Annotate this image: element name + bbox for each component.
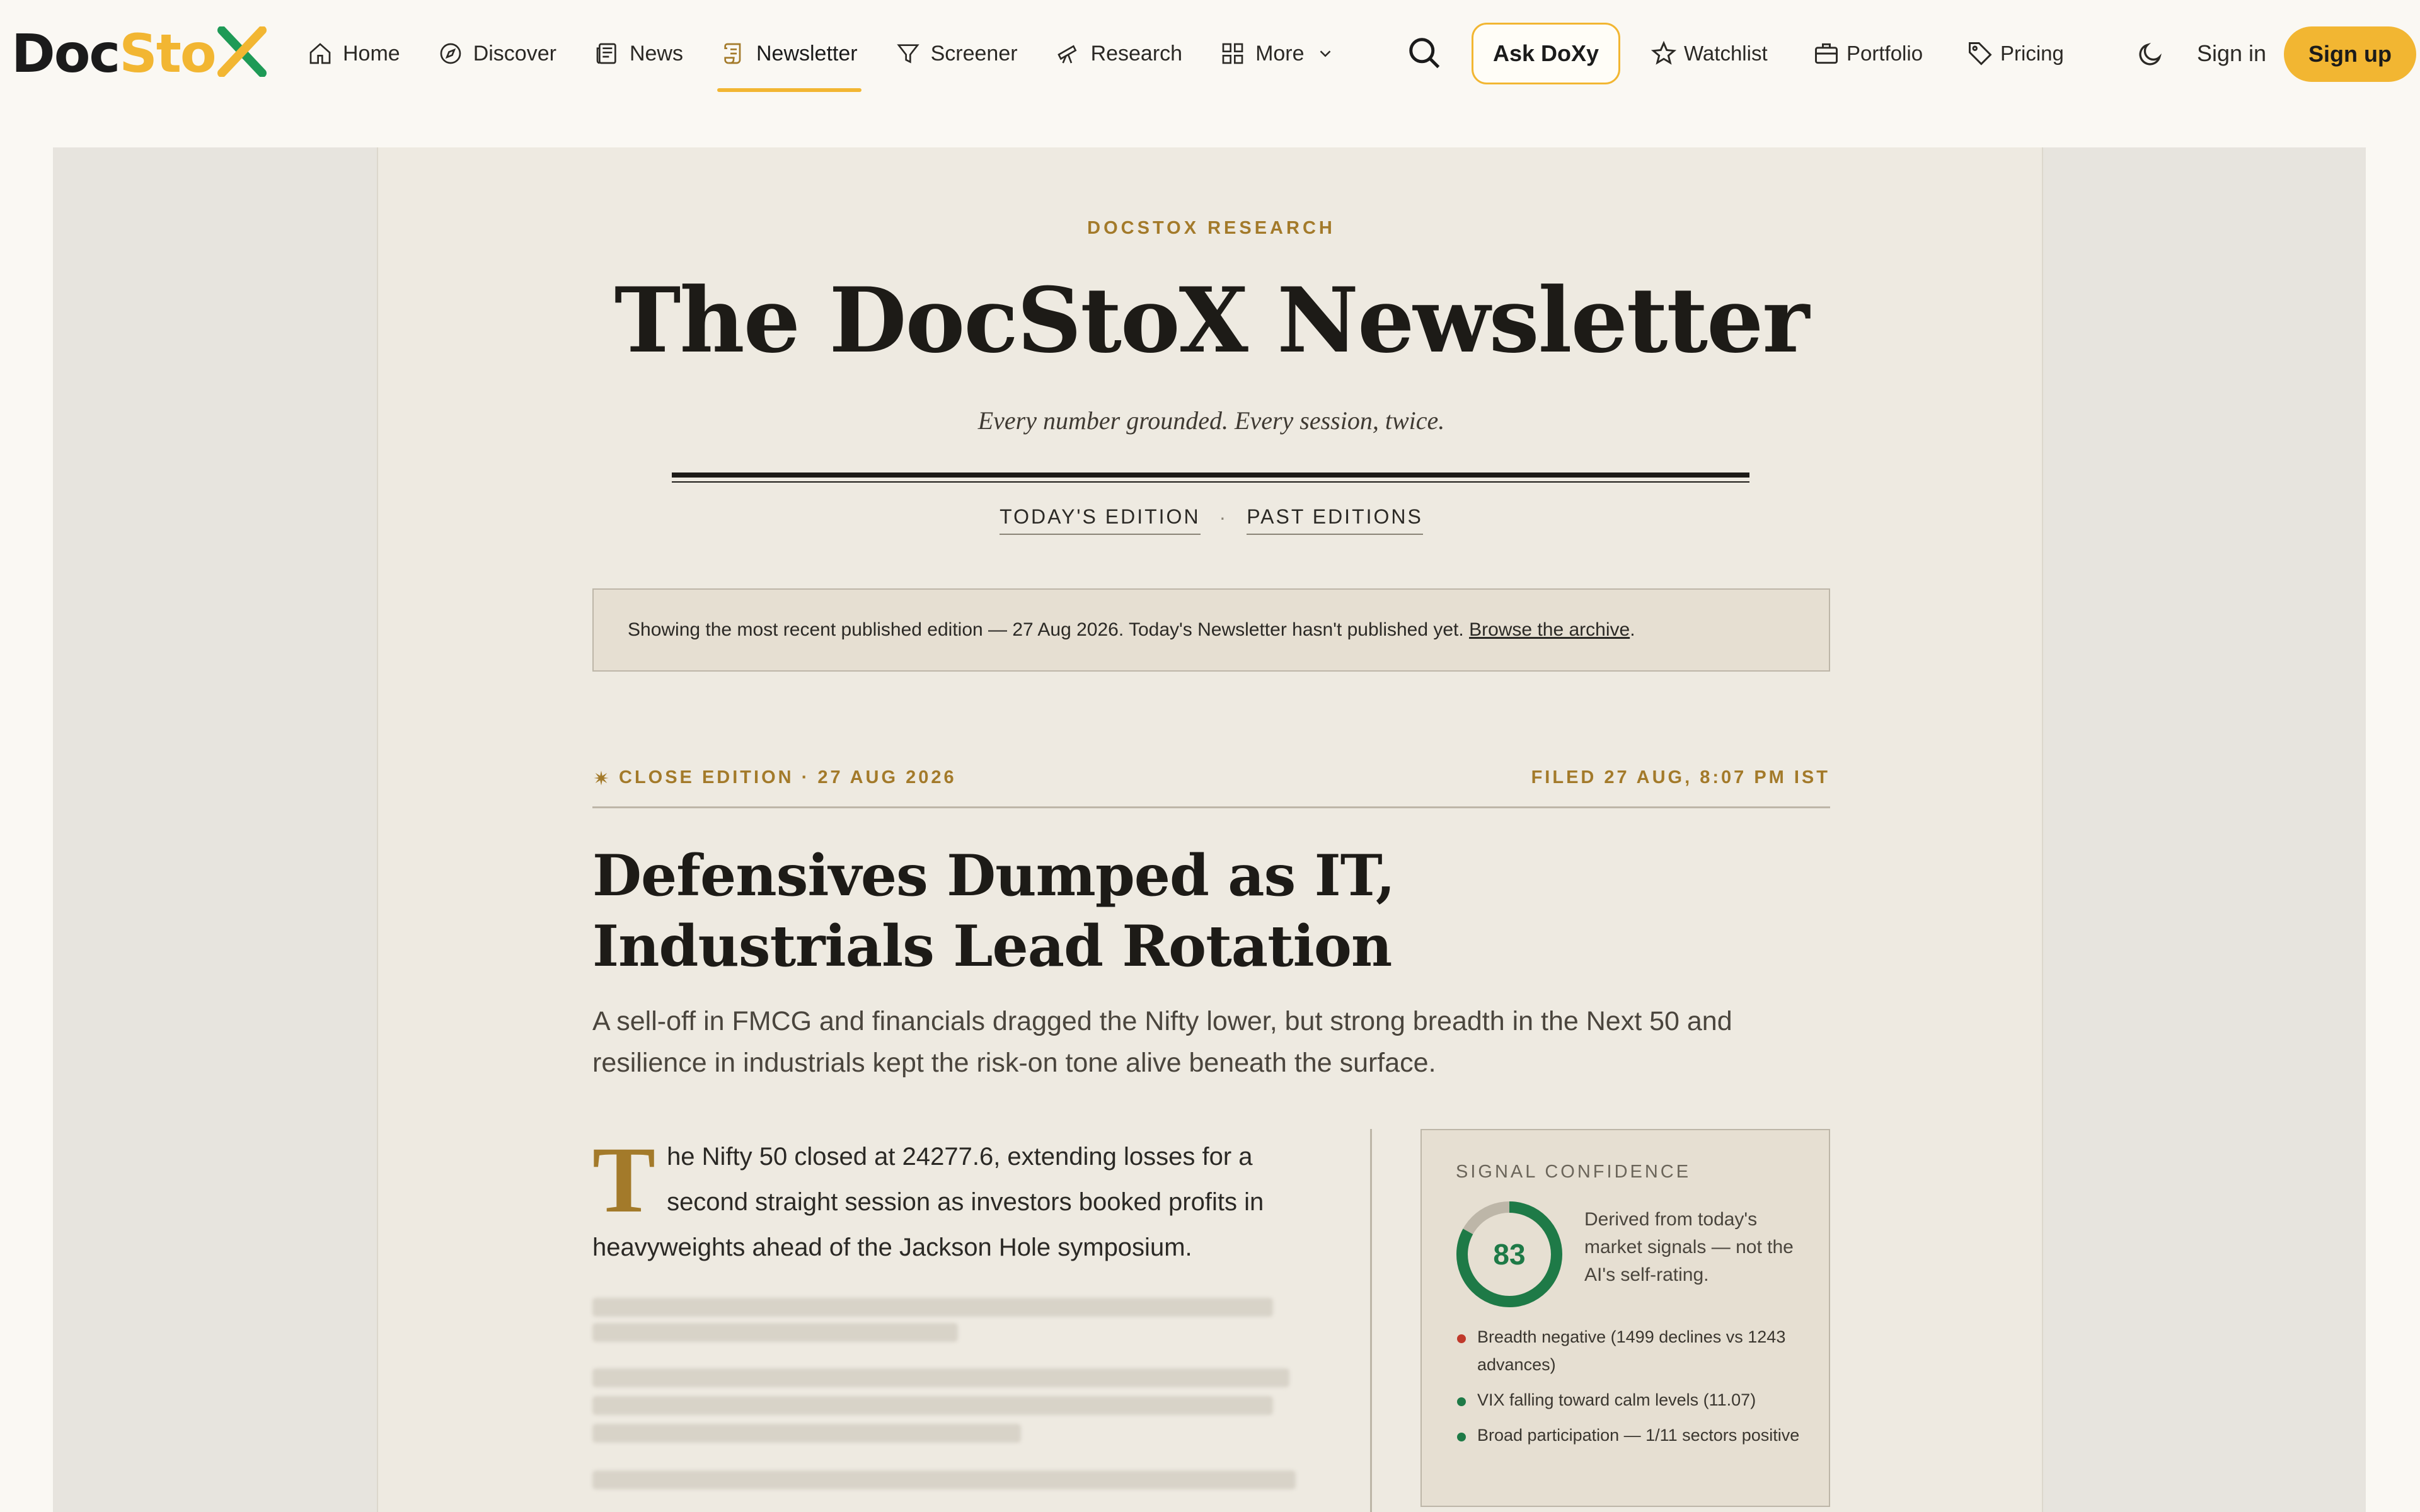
docstox-logo[interactable]: DocSto [11, 25, 267, 82]
confidence-gauge: 83 [1455, 1200, 1564, 1309]
status-dot-positive [1457, 1433, 1466, 1441]
ask-doxy-button[interactable]: Ask DoXy [1472, 23, 1620, 84]
signal-item-vix: VIX falling toward calm levels (11.07) [1456, 1386, 1809, 1414]
scroll-icon [721, 41, 746, 66]
article-headline: Defensives Dumped as IT, Industrials Lea… [592, 842, 1395, 980]
notice-text: Showing the most recent published editio… [628, 619, 1470, 640]
tag-icon [1966, 40, 1994, 67]
meta-divider [592, 806, 1830, 808]
sign-up-button[interactable]: Sign up [2284, 26, 2416, 82]
star-icon [1650, 40, 1678, 67]
masthead-rule [672, 472, 1749, 478]
filter-icon [896, 41, 921, 66]
confidence-score: 83 [1493, 1238, 1526, 1271]
nav-news[interactable]: News [594, 0, 683, 107]
newsletter-title: The DocStoX Newsletter [614, 268, 1809, 373]
theme-toggle-button[interactable] [2136, 40, 2164, 68]
briefcase-icon [1812, 40, 1840, 67]
signal-item-participation: Broad participation — 1/11 sectors posit… [1456, 1421, 1809, 1449]
edition-meta: CLOSE EDITION · 27 AUG 2026 FILED 27 AUG… [592, 767, 1830, 788]
watchlist-link[interactable]: Watchlist [1650, 0, 1768, 107]
article-dek: A sell-off in FMCG and financials dragge… [592, 1006, 1732, 1078]
signal-item-breadth: Breadth negative (1499 declines vs 1243 … [1456, 1323, 1809, 1378]
signal-list: Breadth negative (1499 declines vs 1243 … [1456, 1323, 1809, 1457]
telescope-icon [1056, 41, 1081, 66]
lead-paragraph: The Nifty 50 closed at 24277.6, extendin… [592, 1128, 1264, 1261]
main-nav: Home Discover News Newsletter Screener R… [308, 0, 1373, 107]
nav-screener[interactable]: Screener [896, 0, 1018, 107]
newspaper-icon [594, 41, 619, 66]
edition-label: CLOSE EDITION · 27 AUG 2026 [619, 767, 957, 788]
sunburst-icon [594, 770, 609, 786]
logo-x-mark [217, 26, 267, 77]
sign-in-link[interactable]: Sign in [2197, 0, 2266, 107]
newsletter-page: DOCSTOX RESEARCH The DocStoX Newsletter … [377, 147, 2043, 1512]
browse-archive-link[interactable]: Browse the archive [1469, 619, 1630, 641]
status-dot-negative [1457, 1334, 1466, 1343]
edition-notice: Showing the most recent published editio… [592, 588, 1830, 672]
nav-home[interactable]: Home [308, 0, 400, 107]
column-divider [1370, 1129, 1372, 1512]
nav-newsletter[interactable]: Newsletter [717, 0, 861, 107]
signal-confidence-card: SIGNAL CONFIDENCE 83 Derived from today'… [1420, 1129, 1830, 1507]
tab-past-editions[interactable]: PAST EDITIONS [1247, 505, 1423, 535]
placeholder-line [592, 1396, 1273, 1415]
confidence-description: Derived from today's market signals — no… [1584, 1209, 1794, 1285]
chevron-down-icon [1320, 50, 1330, 57]
home-icon [308, 41, 333, 66]
nav-research[interactable]: Research [1056, 0, 1182, 107]
search-icon [1409, 38, 1440, 69]
placeholder-line [592, 1470, 1296, 1489]
portfolio-link[interactable]: Portfolio [1812, 0, 1923, 107]
tab-todays-edition[interactable]: TODAY'S EDITION [1000, 505, 1201, 535]
signal-title: SIGNAL CONFIDENCE [1456, 1162, 1691, 1182]
nav-more[interactable]: More [1220, 0, 1334, 107]
nav-discover[interactable]: Discover [438, 0, 556, 107]
article-body: The Nifty 50 closed at 24277.6, extendin… [592, 1128, 1305, 1270]
pricing-link[interactable]: Pricing [1966, 0, 2064, 107]
placeholder-line [592, 1298, 1273, 1317]
filed-timestamp: FILED 27 AUG, 8:07 PM IST [1531, 767, 1830, 788]
status-dot-positive [1457, 1397, 1466, 1406]
edition-tabs: TODAY'S EDITION · PAST EDITIONS [378, 505, 2044, 535]
search-button[interactable] [1405, 34, 1443, 72]
placeholder-line [592, 1368, 1289, 1387]
newsletter-tagline: Every number grounded. Every session, tw… [977, 406, 1445, 435]
grid-icon [1220, 41, 1245, 66]
placeholder-line [592, 1424, 1021, 1443]
tab-separator: · [1219, 506, 1228, 529]
moon-icon [2139, 42, 2162, 66]
masthead-rule-thin [672, 481, 1749, 483]
drop-cap: T [592, 1128, 656, 1232]
compass-icon [438, 41, 463, 66]
placeholder-line [592, 1323, 958, 1342]
masthead-kicker: DOCSTOX RESEARCH [1087, 218, 1335, 238]
top-navigation-bar: DocSto Home Discover News Newsletter Scr… [0, 0, 2420, 107]
